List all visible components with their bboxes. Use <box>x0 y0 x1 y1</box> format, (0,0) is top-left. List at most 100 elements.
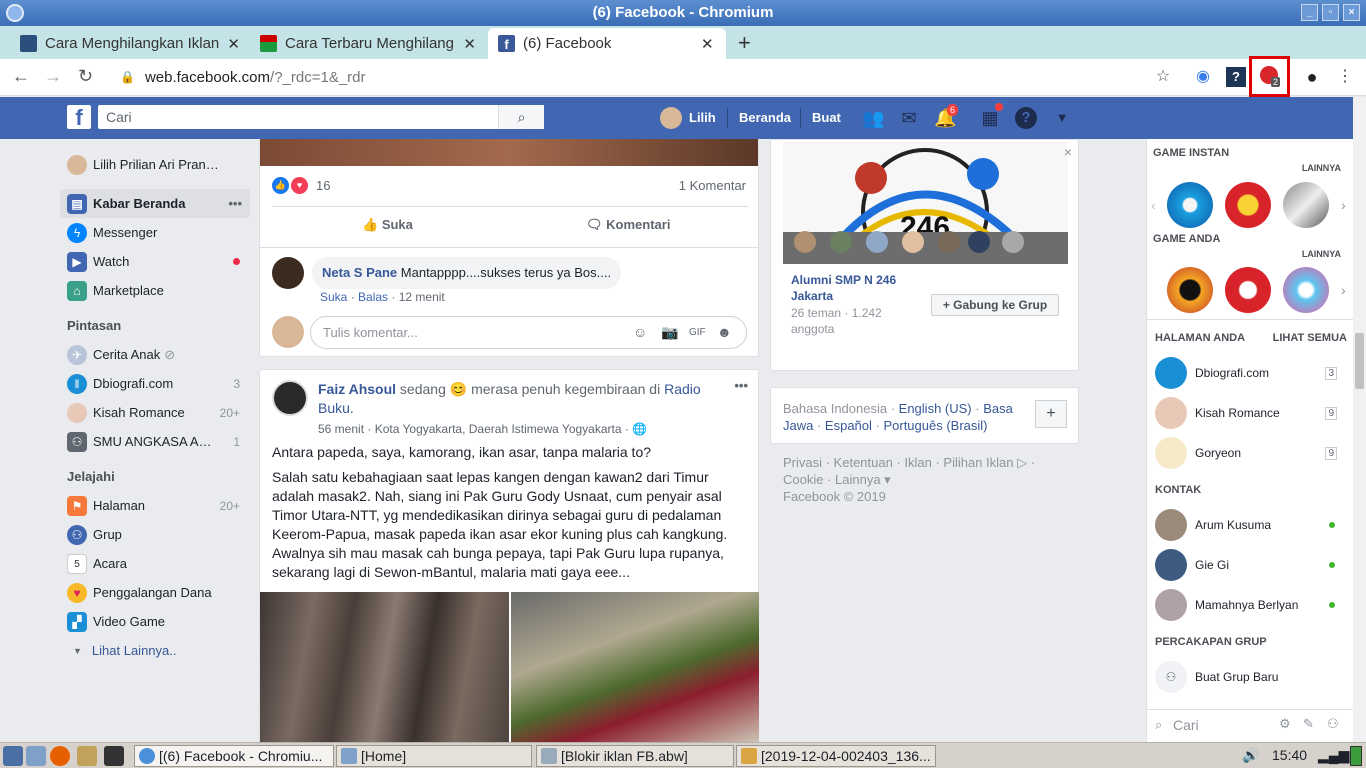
post-image[interactable] <box>260 139 758 166</box>
avatar[interactable] <box>660 107 682 129</box>
close-tab-icon[interactable]: ✕ <box>701 35 714 53</box>
more-games-link[interactable]: LAINNYA <box>1302 249 1341 259</box>
sticker-icon[interactable]: ☻ <box>717 317 732 348</box>
clock[interactable]: 15:40 <box>1272 747 1307 763</box>
game-8ball-icon[interactable] <box>1167 182 1213 228</box>
chevron-right-icon[interactable]: › <box>1341 197 1346 213</box>
sidebar-item-messenger[interactable]: ϟ Messenger <box>60 218 250 247</box>
comment-like-link[interactable]: Suka <box>320 290 347 304</box>
group-name[interactable]: Alumni SMP N 246 Jakarta <box>791 272 921 304</box>
profile-icon[interactable]: ● <box>1302 67 1322 87</box>
account-dropdown-icon[interactable]: ▼ <box>1051 107 1073 129</box>
language-option[interactable]: Español <box>825 418 872 433</box>
comment-count-link[interactable]: 1 Komentar <box>679 178 746 193</box>
minimize-button[interactable]: _ <box>1301 4 1318 21</box>
contact-item[interactable]: Arum Kusuma <box>1155 509 1345 541</box>
compose-icon[interactable]: ✎ <box>1303 716 1314 732</box>
battery-icon[interactable] <box>1350 746 1362 766</box>
taskbar-task-chromium[interactable]: [(6) Facebook - Chromiu... <box>134 745 334 767</box>
contact-item[interactable]: Gie Gi <box>1155 549 1345 581</box>
sidebar-item-fundraisers[interactable]: ♥ Penggalangan Dana <box>60 578 250 607</box>
desktop-icon[interactable] <box>3 746 23 766</box>
taskbar-task-abiword[interactable]: [Blokir iklan FB.abw] <box>536 745 734 767</box>
like-button[interactable]: 👍 Suka <box>362 217 413 233</box>
close-tab-icon[interactable]: ✕ <box>463 35 476 53</box>
add-language-button[interactable]: + <box>1035 400 1067 428</box>
reactions[interactable]: 👍 ♥ 16 <box>272 177 330 194</box>
home-link[interactable]: Beranda <box>739 110 791 125</box>
sidebar-profile[interactable]: Lilih Prilian Ari Pran… <box>60 150 250 179</box>
shortcut-item[interactable]: ✈ Cerita Anak ⊘ <box>60 340 250 369</box>
chevron-right-icon[interactable]: › <box>1341 282 1346 298</box>
tab-facebook[interactable]: f (6) Facebook ✕ <box>488 28 726 59</box>
app-icon[interactable] <box>77 746 97 766</box>
shortcut-item[interactable]: ‖ Dbiografi.com 3 <box>60 369 250 398</box>
facebook-logo[interactable]: f <box>67 105 91 130</box>
contact-item[interactable]: Mamahnya Berlyan <box>1155 589 1345 621</box>
new-group-button[interactable]: ⚇ Buat Grup Baru <box>1155 661 1345 693</box>
extension-icon[interactable]: ◉ <box>1193 67 1213 87</box>
footer-line2[interactable]: Cookie · Lainnya ▾ <box>783 471 1035 488</box>
avatar[interactable] <box>272 380 308 416</box>
new-tab-button[interactable]: + <box>738 30 751 56</box>
taskbar-task-image[interactable]: [2019-12-04-002403_136... <box>736 745 936 767</box>
language-option[interactable]: Português (Brasil) <box>883 418 987 433</box>
close-window-button[interactable]: × <box>1343 4 1360 21</box>
sidebar-item-pages[interactable]: ⚑ Halaman 20+ <box>60 491 250 520</box>
file-manager-icon[interactable] <box>26 746 46 766</box>
sidebar-item-games[interactable]: ▞ Video Game <box>60 607 250 636</box>
scrollbar-thumb[interactable] <box>1355 333 1364 389</box>
volume-icon[interactable]: 🔊 <box>1242 747 1259 764</box>
terminal-icon[interactable] <box>104 746 124 766</box>
game-ninja-icon[interactable] <box>1167 267 1213 313</box>
page-scrollbar[interactable] <box>1353 97 1366 742</box>
close-tab-icon[interactable]: ✕ <box>227 35 240 53</box>
game-uno-icon[interactable] <box>1225 182 1271 228</box>
see-more-link[interactable]: ▼ Lihat Lainnya.. <box>60 636 250 665</box>
page-item[interactable]: Goryeon 9 <box>1155 437 1345 469</box>
page-item[interactable]: Dbiografi.com 3 <box>1155 357 1345 389</box>
group-banner[interactable]: 246 <box>783 142 1068 264</box>
reload-icon[interactable]: ↻ <box>78 66 93 87</box>
post-photo-cooking[interactable] <box>511 592 759 742</box>
commenter-name[interactable]: Neta S Pane <box>322 265 397 280</box>
emoji-icon[interactable]: ☺ <box>633 317 647 348</box>
settings-icon[interactable]: ⚙ <box>1279 716 1291 732</box>
write-comment-input[interactable]: Tulis komentar... ☺ 📷 GIF ☻ <box>310 316 747 349</box>
see-all-link[interactable]: LIHAT SEMUA <box>1273 332 1347 344</box>
help-icon[interactable]: ? <box>1015 107 1037 129</box>
comment-reply-link[interactable]: Balas <box>358 290 388 304</box>
language-option[interactable]: English (US) <box>899 401 972 416</box>
help-extension-icon[interactable]: ? <box>1226 67 1246 87</box>
taskbar-task-home[interactable]: [Home] <box>336 745 532 767</box>
sidebar-item-marketplace[interactable]: ⌂ Marketplace <box>60 276 250 305</box>
chevron-left-icon[interactable]: ‹ <box>1151 197 1156 213</box>
comment-button[interactable]: 🗨 Komentari <box>586 217 670 233</box>
post-photo-fish[interactable] <box>260 592 509 742</box>
friend-requests-icon[interactable]: 👥 <box>862 107 884 129</box>
profile-link[interactable]: Lilih <box>689 110 716 125</box>
back-icon[interactable]: ← <box>12 66 30 87</box>
messenger-icon[interactable]: ✉ <box>898 107 920 129</box>
game-icon[interactable] <box>1283 182 1329 228</box>
game-cards-icon[interactable] <box>1225 267 1271 313</box>
firefox-icon[interactable] <box>50 746 70 766</box>
bookmark-star-icon[interactable]: ☆ <box>1153 67 1173 87</box>
footer-line1[interactable]: Privasi · Ketentuan · Iklan · Pilihan Ik… <box>783 454 1035 471</box>
join-group-button[interactable]: + Gabung ke Grup <box>931 294 1059 316</box>
menu-kebab-icon[interactable]: ⋮ <box>1335 67 1355 87</box>
game-pet-icon[interactable] <box>1283 267 1329 313</box>
maximize-button[interactable]: ▫ <box>1322 4 1339 21</box>
more-games-link[interactable]: LAINNYA <box>1302 163 1341 173</box>
post-options-icon[interactable]: ••• <box>734 378 748 393</box>
more-options-icon[interactable]: ••• <box>228 196 242 211</box>
shortcut-item[interactable]: ⚇ SMU ANGKASA A… 1 <box>60 427 250 456</box>
author-name[interactable]: Faiz Ahsoul <box>318 381 396 397</box>
avatar[interactable] <box>272 257 304 289</box>
facebook-search-input[interactable]: Cari ⌕ <box>98 105 544 129</box>
sidebar-item-groups[interactable]: ⚇ Grup <box>60 520 250 549</box>
network-icon[interactable]: ▂▄▆ <box>1318 747 1349 764</box>
sidebar-item-events[interactable]: 5 Acara <box>60 549 250 578</box>
close-icon[interactable]: × <box>1064 144 1072 160</box>
chat-search-bar[interactable]: ⌕ Cari ⚙ ✎ ⚇ <box>1147 709 1353 742</box>
